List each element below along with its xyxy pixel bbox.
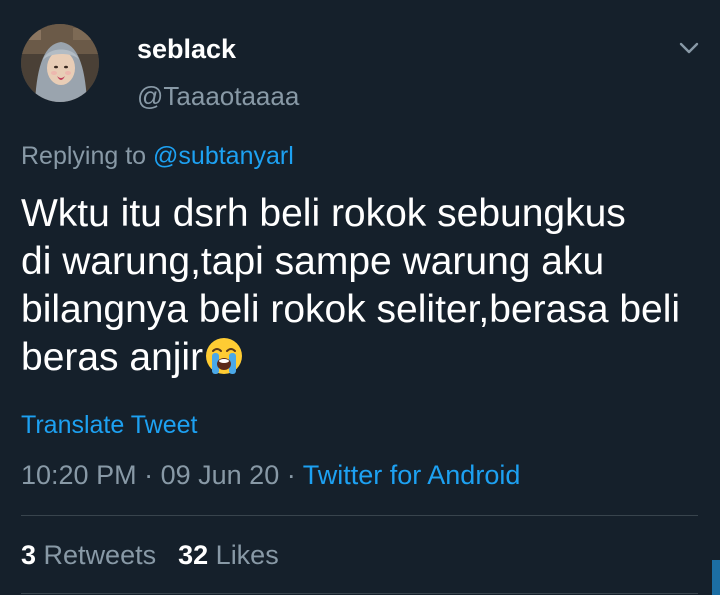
retweets-count: 3 <box>21 540 37 570</box>
avatar-photo <box>21 24 99 102</box>
tweet-text-line: Wktu itu dsrh beli rokok sebungkus <box>21 192 626 235</box>
tweet-text-last-line: beras anjir <box>21 334 711 382</box>
replying-to-label: Replying to <box>21 142 147 170</box>
avatar[interactable] <box>21 24 99 102</box>
author-display-name[interactable]: seblack <box>137 34 236 65</box>
divider <box>21 515 698 516</box>
likes-label: Likes <box>215 540 279 570</box>
chevron-down-icon[interactable] <box>676 38 702 58</box>
tweet-source-link[interactable]: Twitter for Android <box>303 460 521 490</box>
tweet-date[interactable]: 09 Jun 20 <box>161 460 280 490</box>
tweet-text-line: bilangnya beli rokok seliter,berasa beli <box>21 288 681 331</box>
tweet-text: Wktu itu dsrh beli rokok sebungkus di wa… <box>21 190 711 382</box>
translate-tweet-link[interactable]: Translate Tweet <box>21 411 197 440</box>
reply-mention-link[interactable]: @subtanyarl <box>153 142 294 170</box>
tweet-meta: 10:20 PM · 09 Jun 20 · Twitter for Andro… <box>21 460 520 491</box>
loudly-crying-face-icon <box>204 336 244 376</box>
tweet-text-line: di warung,tapi sampe warung aku <box>21 240 605 283</box>
meta-separator: · <box>286 460 296 490</box>
divider <box>21 593 698 594</box>
meta-separator: · <box>144 460 154 490</box>
tweet-time[interactable]: 10:20 PM <box>21 460 137 490</box>
tweet-detail: seblack @Taaaotaaaa Replying to @subtany… <box>0 0 720 595</box>
tweet-stats: 3 Retweets 32 Likes <box>21 540 279 571</box>
likes-count: 32 <box>178 540 209 570</box>
scroll-indicator <box>712 560 720 595</box>
tweet-text-line: beras anjir <box>21 336 204 379</box>
retweets-label: Retweets <box>43 540 157 570</box>
likes-stat[interactable]: 32 Likes <box>178 540 279 570</box>
author-handle[interactable]: @Taaaotaaaa <box>137 81 299 112</box>
retweets-stat[interactable]: 3 Retweets <box>21 540 156 570</box>
replying-to: Replying to @subtanyarl <box>21 142 294 171</box>
